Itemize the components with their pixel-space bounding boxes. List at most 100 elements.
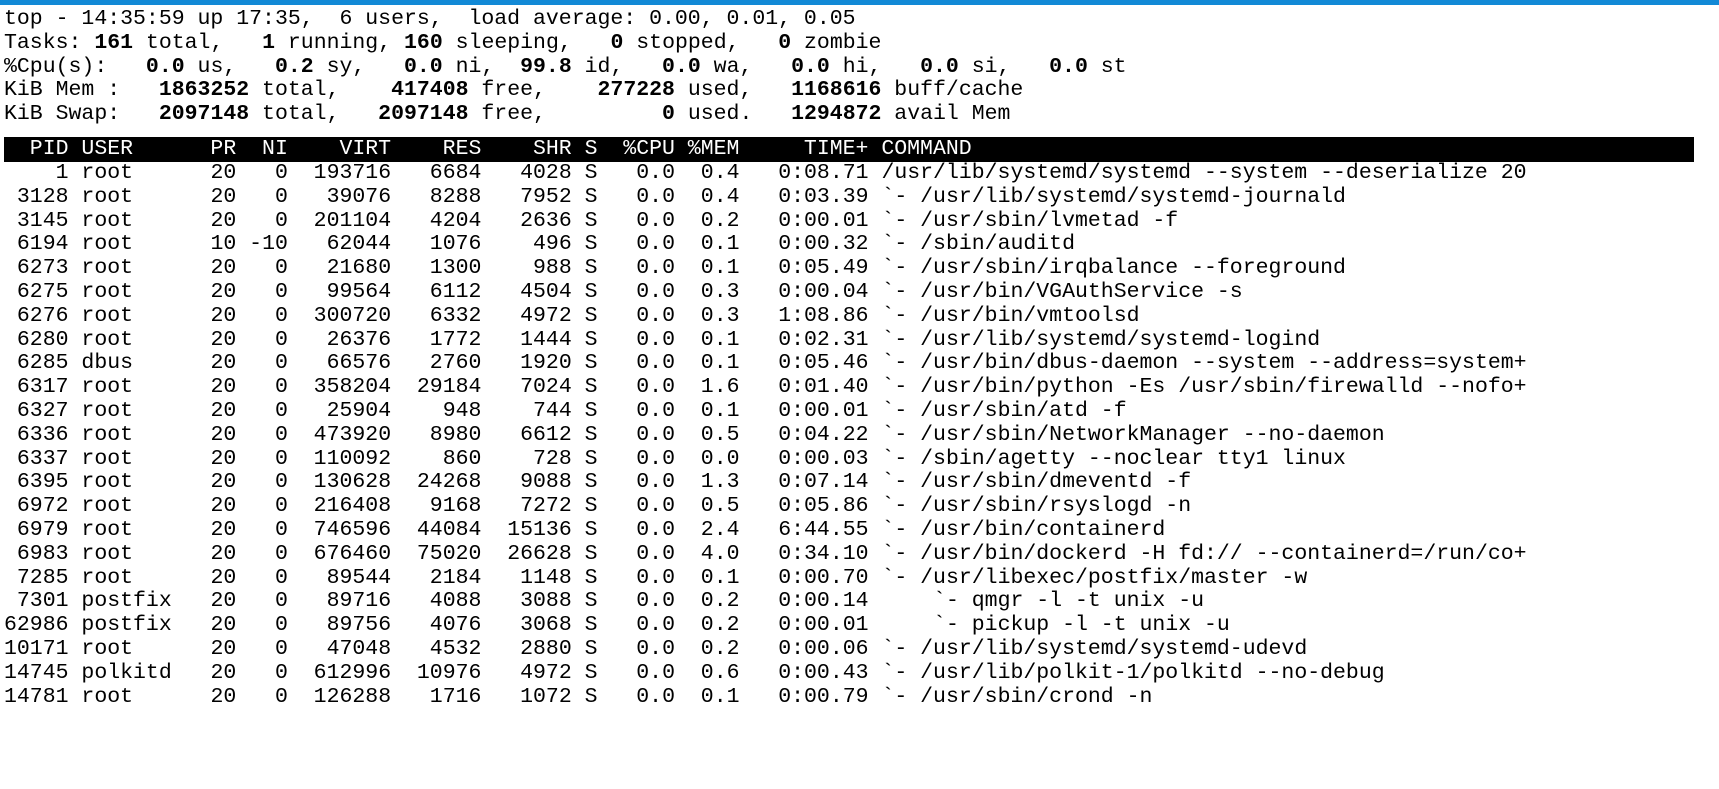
process-pid: 14781 xyxy=(4,684,69,709)
process-tree-prefix: `- xyxy=(881,422,921,447)
process-cpu: 0.0 xyxy=(597,351,675,376)
process-row[interactable]: 7301 postfix 20 0 89716 4088 3088 S 0.0 … xyxy=(4,589,1719,614)
process-time: 1:08.86 xyxy=(739,303,869,328)
process-mem: 0.5 xyxy=(674,494,740,519)
process-tree-prefix: `- xyxy=(881,232,921,257)
process-ni: 0 xyxy=(236,351,288,376)
process-time: 0:00.01 xyxy=(739,208,869,233)
process-row[interactable]: 6327 root 20 0 25904 948 744 S 0.0 0.1 0… xyxy=(4,398,1719,424)
process-virt: 47048 xyxy=(287,636,392,661)
process-time: 0:04.22 xyxy=(739,422,869,447)
process-time: 0:02.31 xyxy=(739,327,869,352)
process-pid: 7301 xyxy=(4,589,69,614)
process-row[interactable]: 7285 root 20 0 89544 2184 1148 S 0.0 0.1… xyxy=(4,565,1719,591)
process-ni: 0 xyxy=(236,398,288,423)
process-tree-prefix: `- xyxy=(881,446,921,471)
process-virt: 216408 xyxy=(287,494,392,519)
process-virt: 358204 xyxy=(287,375,392,400)
process-ni: 0 xyxy=(236,660,288,685)
process-ni: 0 xyxy=(236,565,288,590)
process-virt: 89544 xyxy=(287,565,392,590)
process-tree-prefix: `- xyxy=(881,279,921,304)
process-ni: -10 xyxy=(236,232,288,257)
process-row[interactable]: 6983 root 20 0 676460 75020 26628 S 0.0 … xyxy=(4,541,1719,567)
process-shr: 3068 xyxy=(481,613,572,638)
process-cpu: 0.0 xyxy=(597,660,675,685)
process-user: root xyxy=(81,517,198,542)
process-mem: 0.5 xyxy=(674,422,740,447)
process-user: postfix xyxy=(81,613,198,638)
process-time: 0:08.71 xyxy=(739,160,869,185)
swap-line: KiB Swap: 2097148 total, 2097148 free, 0… xyxy=(4,102,1011,127)
process-pr: 20 xyxy=(197,494,237,519)
cpu-line: %Cpu(s): 0.0 us, 0.2 sy, 0.0 ni, 99.8 id… xyxy=(4,54,1127,79)
process-pr: 10 xyxy=(197,232,237,257)
process-tree-prefix: `- xyxy=(881,636,921,661)
process-mem: 0.1 xyxy=(674,256,740,281)
process-row[interactable]: 3145 root 20 0 201104 4204 2636 S 0.0 0.… xyxy=(4,208,1719,234)
process-virt: 612996 xyxy=(287,660,392,685)
process-row[interactable]: 6273 root 20 0 21680 1300 988 S 0.0 0.1 … xyxy=(4,256,1719,281)
process-row[interactable]: 6280 root 20 0 26376 1772 1444 S 0.0 0.1… xyxy=(4,327,1719,353)
process-state: S xyxy=(584,184,598,209)
process-list: 1 root 20 0 193716 6684 4028 S 0.0 0.4 0… xyxy=(4,160,1719,710)
process-cpu: 0.0 xyxy=(597,375,675,400)
process-res: 8980 xyxy=(391,422,482,447)
process-row[interactable]: 6395 root 20 0 130628 24268 9088 S 0.0 1… xyxy=(4,470,1719,495)
process-row[interactable]: 6337 root 20 0 110092 860 728 S 0.0 0.0 … xyxy=(4,446,1719,472)
process-mem: 0.3 xyxy=(674,279,740,304)
process-shr: 1920 xyxy=(481,351,572,376)
process-cpu: 0.0 xyxy=(597,208,675,233)
process-time: 6:44.55 xyxy=(739,517,869,542)
process-row[interactable]: 6285 dbus 20 0 66576 2760 1920 S 0.0 0.1… xyxy=(4,351,1719,376)
process-user: root xyxy=(81,494,198,519)
process-row[interactable]: 3128 root 20 0 39076 8288 7952 S 0.0 0.4… xyxy=(4,184,1719,210)
process-state: S xyxy=(584,160,598,185)
process-pid: 6983 xyxy=(4,541,69,566)
process-row[interactable]: 14781 root 20 0 126288 1716 1072 S 0.0 0… xyxy=(4,684,1719,710)
process-mem: 0.2 xyxy=(674,636,740,661)
process-row[interactable]: 6276 root 20 0 300720 6332 4972 S 0.0 0.… xyxy=(4,303,1719,329)
process-row[interactable]: 6336 root 20 0 473920 8980 6612 S 0.0 0.… xyxy=(4,422,1719,448)
process-row[interactable]: 14745 polkitd 20 0 612996 10976 4972 S 0… xyxy=(4,660,1719,686)
process-cpu: 0.0 xyxy=(597,256,675,281)
process-row[interactable]: 1 root 20 0 193716 6684 4028 S 0.0 0.4 0… xyxy=(4,160,1719,186)
process-row[interactable]: 6972 root 20 0 216408 9168 7272 S 0.0 0.… xyxy=(4,494,1719,519)
process-row[interactable]: 62986 postfix 20 0 89756 4076 3068 S 0.0… xyxy=(4,613,1719,638)
process-command: /usr/sbin/lvmetad -f xyxy=(920,208,1179,233)
process-pr: 20 xyxy=(197,589,237,614)
process-row[interactable]: 6275 root 20 0 99564 6112 4504 S 0.0 0.3… xyxy=(4,279,1719,305)
process-row[interactable]: 6194 root 10 -10 62044 1076 496 S 0.0 0.… xyxy=(4,232,1719,257)
process-cpu: 0.0 xyxy=(597,589,675,614)
process-virt: 62044 xyxy=(287,232,392,257)
process-tree-prefix: `- xyxy=(881,613,972,638)
process-pid: 6337 xyxy=(4,446,69,471)
process-cpu: 0.0 xyxy=(597,422,675,447)
process-user: dbus xyxy=(81,351,198,376)
process-res: 1300 xyxy=(391,256,482,281)
process-ni: 0 xyxy=(236,589,288,614)
process-res: 24268 xyxy=(391,470,482,495)
terminal-window: top - 14:35:59 up 17:35, 6 users, load a… xyxy=(0,0,1719,789)
process-tree-prefix: `- xyxy=(881,589,972,614)
process-mem: 0.2 xyxy=(674,208,740,233)
process-pid: 3145 xyxy=(4,208,69,233)
process-shr: 496 xyxy=(481,232,572,257)
process-res: 1076 xyxy=(391,232,482,257)
process-virt: 89756 xyxy=(287,613,392,638)
process-user: root xyxy=(81,684,198,709)
process-pr: 20 xyxy=(197,636,237,661)
process-row[interactable]: 6317 root 20 0 358204 29184 7024 S 0.0 1… xyxy=(4,375,1719,400)
process-shr: 7952 xyxy=(481,184,572,209)
process-pr: 20 xyxy=(197,565,237,590)
process-row[interactable]: 10171 root 20 0 47048 4532 2880 S 0.0 0.… xyxy=(4,636,1719,662)
process-virt: 201104 xyxy=(287,208,392,233)
process-ni: 0 xyxy=(236,208,288,233)
process-pid: 6972 xyxy=(4,494,69,519)
process-row[interactable]: 6979 root 20 0 746596 44084 15136 S 0.0 … xyxy=(4,517,1719,543)
process-command: /usr/bin/VGAuthService -s xyxy=(920,279,1243,304)
process-ni: 0 xyxy=(236,684,288,709)
process-command: /usr/lib/systemd/systemd-journald xyxy=(920,184,1346,209)
column-header-bar[interactable]: PID USER PR NI VIRT RES SHR S %CPU %MEM … xyxy=(4,136,1694,162)
process-pr: 20 xyxy=(197,184,237,209)
